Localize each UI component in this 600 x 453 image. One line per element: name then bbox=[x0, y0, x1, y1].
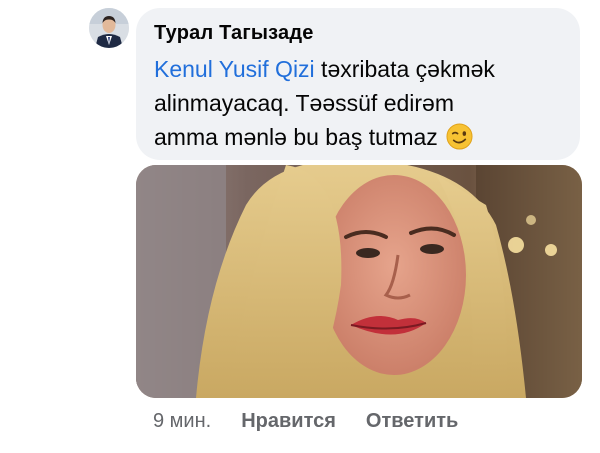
comment-text-line2: alinmayacaq. Təəssüf edirəm bbox=[154, 90, 454, 116]
man-in-suit-avatar-icon bbox=[89, 8, 129, 48]
reply-button[interactable]: Ответить bbox=[366, 410, 458, 433]
woman-blonde-hair-photo bbox=[136, 165, 582, 398]
comment-photo[interactable] bbox=[136, 165, 582, 398]
comment-author[interactable]: Турал Тагызаде bbox=[154, 22, 314, 45]
comment-actions: 9 мин. Нравится Ответить bbox=[153, 410, 458, 433]
comment: Турал Тагызаде Kenul Yusif Qizi təxribat… bbox=[0, 0, 600, 453]
mention-link[interactable]: Kenul Yusif Qizi bbox=[154, 56, 315, 82]
comment-text-line1: təxribata çəkmək bbox=[314, 56, 495, 82]
winking-face-icon bbox=[446, 123, 473, 150]
comment-timestamp[interactable]: 9 мин. bbox=[153, 410, 211, 433]
like-button[interactable]: Нравится bbox=[241, 410, 336, 433]
comment-text: Kenul Yusif Qizi təxribata çəkmək alinma… bbox=[154, 52, 574, 154]
avatar[interactable] bbox=[89, 8, 129, 48]
comment-text-line3: amma mənlə bu baş tutmaz bbox=[154, 124, 438, 150]
